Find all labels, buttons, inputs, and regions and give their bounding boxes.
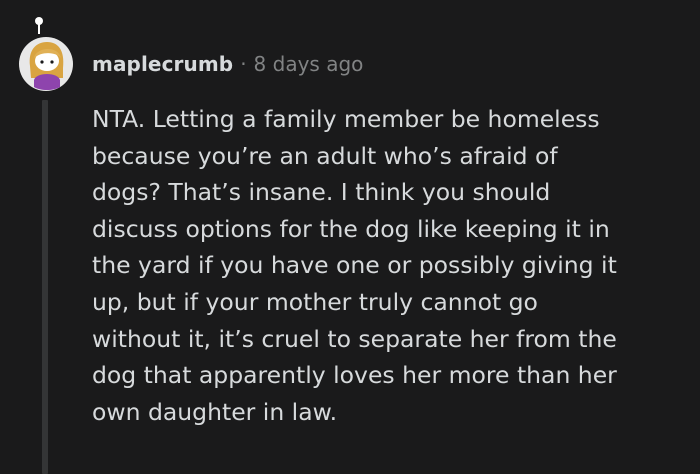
comment-body-line: dogs? That’s insane. I think you should [92,178,551,207]
comment-body-line: without it, it’s cruel to separate her f… [92,324,617,353]
comment-timestamp[interactable]: 8 days ago [254,52,364,76]
comment-body-line: because you’re an adult who’s afraid of [92,141,558,170]
comment-body-line: the yard if you have one or possibly giv… [92,251,617,280]
comment-body-line: own daughter in law. [92,397,338,426]
comment: maplecrumb · 8 days ago NTA. Letting a f… [0,0,700,474]
comment-body-line: dog that apparently loves her more than … [92,361,617,390]
comment-meta: maplecrumb · 8 days ago [92,50,363,78]
snoo-avatar-icon [19,17,73,91]
comment-body-line: NTA. Letting a family member be homeless [92,105,600,133]
comment-body-line: up, but if your mother truly cannot go [92,287,538,316]
comment-body: NTA. Letting a family member be homeless… [92,101,684,430]
meta-separator: · [240,52,247,76]
user-avatar[interactable] [18,14,74,92]
comment-body-line: discuss options for the dog like keeping… [92,214,610,243]
username-link[interactable]: maplecrumb [92,52,233,76]
thread-collapse-line[interactable] [42,100,48,474]
